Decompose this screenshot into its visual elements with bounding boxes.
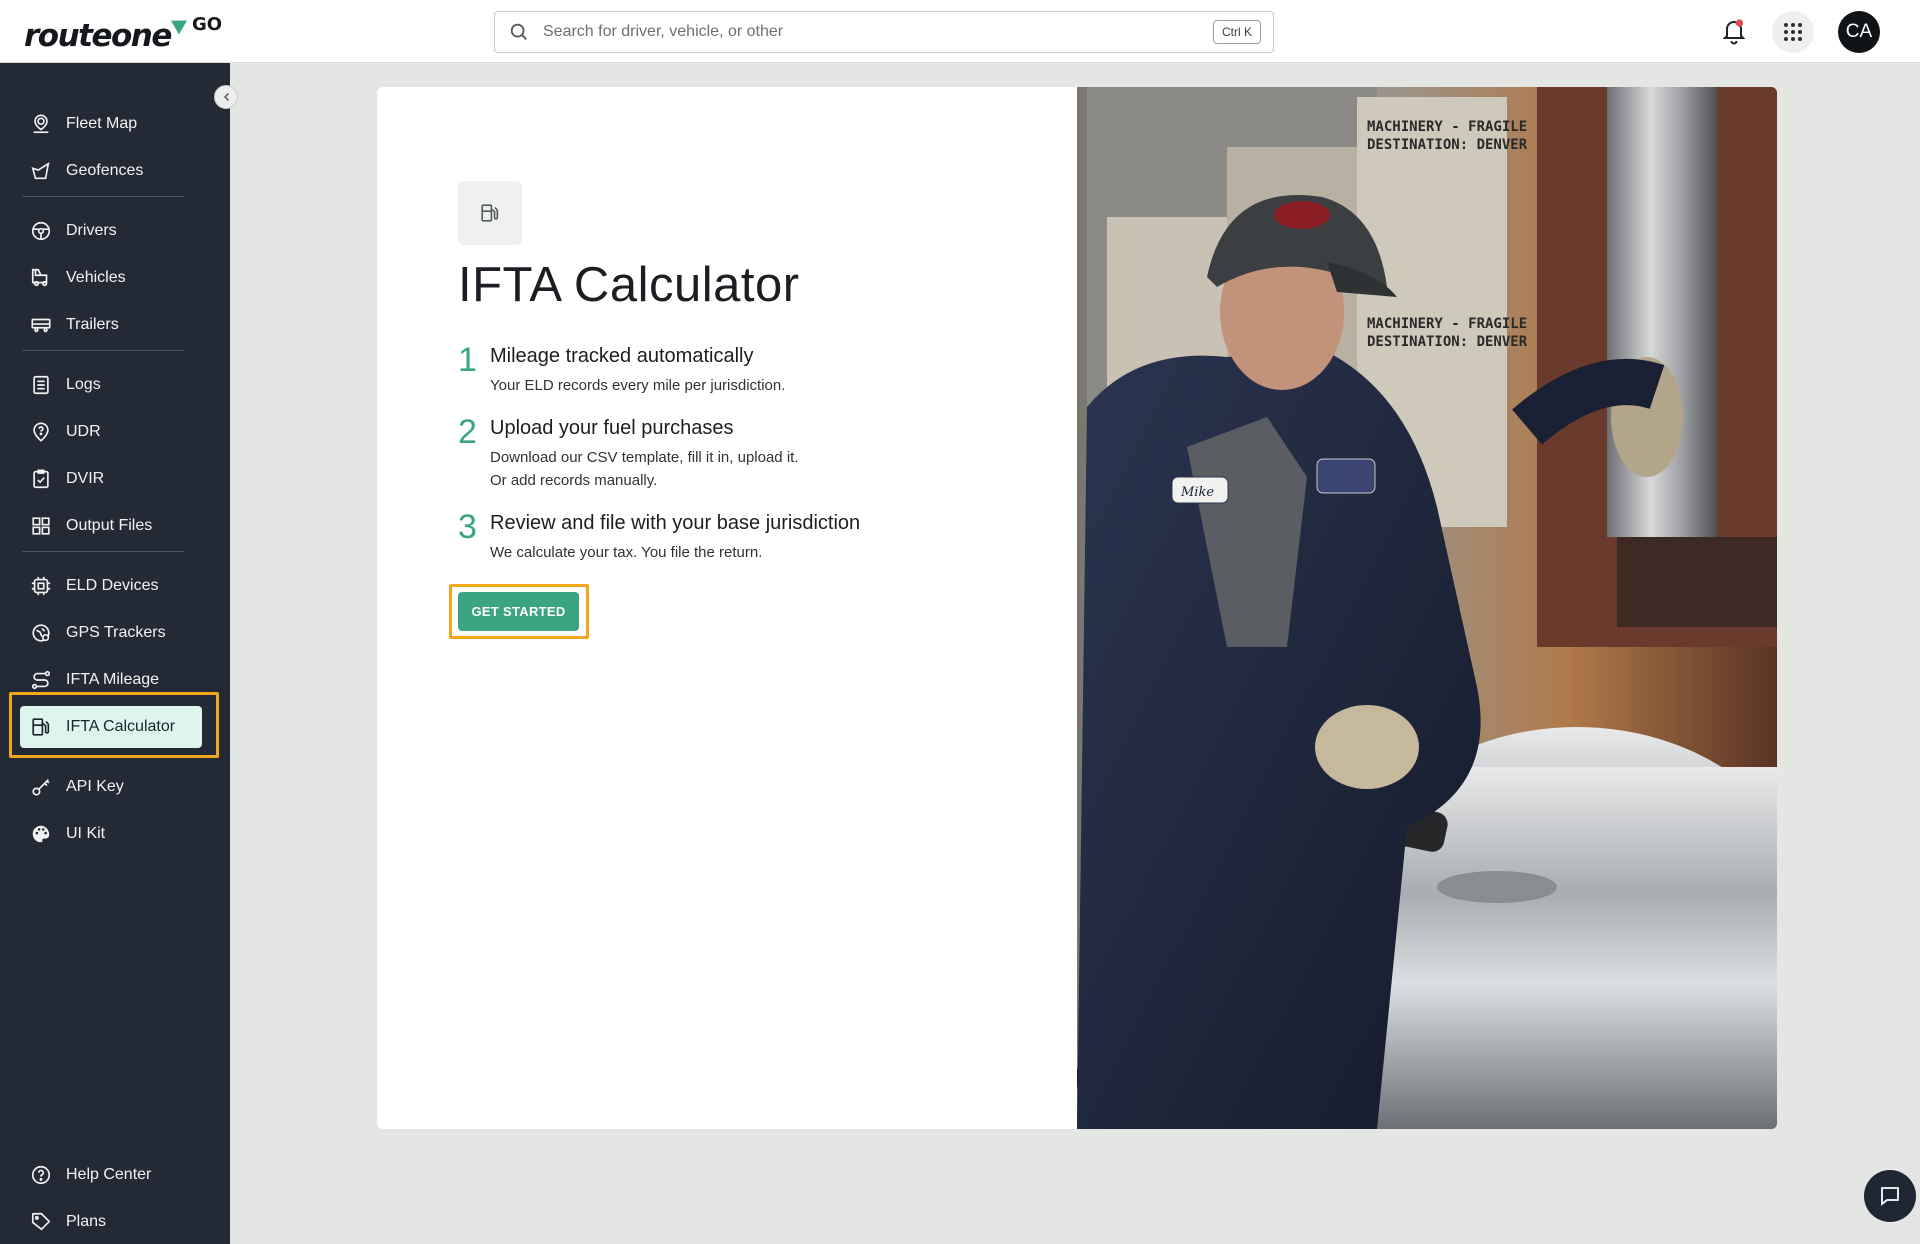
sidebar-item-api-key[interactable]: API Key xyxy=(20,766,202,808)
step-description-line: Your ELD records every mile per jurisdic… xyxy=(490,377,786,394)
brand-name: routeone xyxy=(24,18,172,54)
grid-icon xyxy=(32,517,50,535)
logs-icon xyxy=(33,375,49,395)
sidebar-item-label: Output Files xyxy=(66,517,153,534)
sidebar-item-plans[interactable]: Plans xyxy=(20,1201,202,1243)
sidebar-item-label: UDR xyxy=(66,423,101,440)
sidebar-item-label: Vehicles xyxy=(66,269,126,286)
steering-wheel-icon xyxy=(31,221,51,241)
sidebar-item-label: Help Center xyxy=(66,1166,152,1183)
name-patch-text: Mike xyxy=(1180,485,1214,500)
step-description: We calculate your tax. You file the retu… xyxy=(490,541,762,564)
sidebar-divider xyxy=(22,196,184,197)
brand-flag-icon xyxy=(170,13,192,35)
sidebar-item-label: Fleet Map xyxy=(66,115,138,132)
gps-icon xyxy=(32,624,50,642)
key-icon xyxy=(32,779,50,796)
step-number: 2 xyxy=(458,413,477,451)
sidebar-item-label: Drivers xyxy=(66,222,117,239)
search-icon xyxy=(510,23,527,40)
truck-icon xyxy=(31,268,48,287)
sidebar-item-label: Geofences xyxy=(66,162,144,179)
sidebar-item-label: UI Kit xyxy=(66,825,106,842)
sidebar-item-eld-devices[interactable]: ELD Devices xyxy=(20,565,202,607)
step-description-line: Or add records manually. xyxy=(490,472,658,489)
page-title: IFTA Calculator xyxy=(458,258,800,312)
tag-icon xyxy=(31,1212,51,1231)
search-bar[interactable]: Ctrl K xyxy=(494,11,1274,53)
sidebar-item-fleet-map[interactable]: Fleet Map xyxy=(20,103,202,145)
user-avatar[interactable]: CA xyxy=(1838,11,1880,53)
sidebar-item-label: DVIR xyxy=(66,470,105,487)
sidebar-item-drivers[interactable]: Drivers xyxy=(20,210,202,252)
crate-sign-line: DESTINATION: DENVER xyxy=(1367,334,1528,350)
apps-launcher-button[interactable] xyxy=(1772,11,1814,53)
sidebar-item-label: ELD Devices xyxy=(66,577,159,594)
sidebar-item-label: GPS Trackers xyxy=(66,624,166,641)
crate-sign-line: MACHINERY - FRAGILE xyxy=(1367,119,1527,135)
route-icon xyxy=(31,670,51,690)
driver-fueling-photo: MACHINERY - FRAGILE DESTINATION: DENVER … xyxy=(1077,87,1777,1129)
sidebar-divider xyxy=(22,350,184,351)
sidebar-divider xyxy=(22,551,184,552)
chat-bubble-icon xyxy=(1881,1187,1899,1206)
fuel-pump-icon xyxy=(481,204,499,222)
step-title: Mileage tracked automatically xyxy=(490,345,754,367)
udr-icon xyxy=(33,422,49,442)
help-icon xyxy=(31,1165,51,1185)
chevron-left-icon xyxy=(223,92,230,102)
palette-icon xyxy=(32,825,50,843)
top-bar: routeone GO Ctrl K CA xyxy=(0,0,1920,63)
brand-suffix: GO xyxy=(192,14,223,35)
sidebar-item-label: Logs xyxy=(66,376,101,393)
sidebar-item-label: Plans xyxy=(66,1213,107,1230)
trailer-icon xyxy=(31,318,51,333)
search-shortcut-hint: Ctrl K xyxy=(1213,20,1261,44)
sidebar: Fleet Map Geofences Drivers Vehicles Tra… xyxy=(0,63,230,1244)
crate-sign-line: DESTINATION: DENVER xyxy=(1367,137,1528,153)
sidebar-item-label: API Key xyxy=(66,778,124,795)
sidebar-highlight-annotation xyxy=(9,692,219,758)
sidebar-collapse-button[interactable] xyxy=(214,85,238,109)
step-description: Download our CSV template, fill it in, u… xyxy=(490,446,799,492)
bell-icon xyxy=(1722,19,1746,45)
crate-sign-line: MACHINERY - FRAGILE xyxy=(1367,316,1527,332)
step-description-line: Download our CSV template, fill it in, u… xyxy=(490,449,799,466)
sidebar-item-vehicles[interactable]: Vehicles xyxy=(20,257,202,299)
step-description-line: We calculate your tax. You file the retu… xyxy=(490,544,763,561)
step-number: 1 xyxy=(458,341,477,379)
sidebar-item-ui-kit[interactable]: UI Kit xyxy=(20,813,202,855)
notifications-button[interactable] xyxy=(1721,17,1747,45)
sidebar-item-udr[interactable]: UDR xyxy=(20,411,202,453)
sidebar-item-gps-trackers[interactable]: GPS Trackers xyxy=(20,612,202,654)
geofence-icon xyxy=(31,161,50,180)
sidebar-item-logs[interactable]: Logs xyxy=(20,364,202,406)
sidebar-item-trailers[interactable]: Trailers xyxy=(20,304,202,346)
ifta-intro-card: IFTA Calculator 1 Mileage tracked automa… xyxy=(377,87,1777,1129)
get-started-button[interactable]: GET STARTED xyxy=(458,592,579,631)
sidebar-item-output-files[interactable]: Output Files xyxy=(20,505,202,547)
sidebar-item-label: Trailers xyxy=(66,316,119,333)
sidebar-item-help-center[interactable]: Help Center xyxy=(20,1154,202,1196)
step-title: Review and file with your base jurisdict… xyxy=(490,512,861,534)
map-pin-icon xyxy=(33,114,49,134)
device-icon xyxy=(31,576,51,596)
search-input[interactable] xyxy=(543,12,1163,52)
sidebar-item-dvir[interactable]: DVIR xyxy=(20,458,202,500)
sidebar-item-geofences[interactable]: Geofences xyxy=(20,150,202,192)
step-number: 3 xyxy=(458,508,477,546)
feature-icon-tile xyxy=(458,181,522,245)
chat-support-button[interactable] xyxy=(1864,1170,1916,1222)
step-title: Upload your fuel purchases xyxy=(490,417,734,439)
step-description: Your ELD records every mile per jurisdic… xyxy=(490,374,785,397)
apps-grid-icon xyxy=(1784,23,1802,41)
sidebar-item-label: IFTA Mileage xyxy=(66,671,160,688)
checklist-icon xyxy=(33,469,49,489)
